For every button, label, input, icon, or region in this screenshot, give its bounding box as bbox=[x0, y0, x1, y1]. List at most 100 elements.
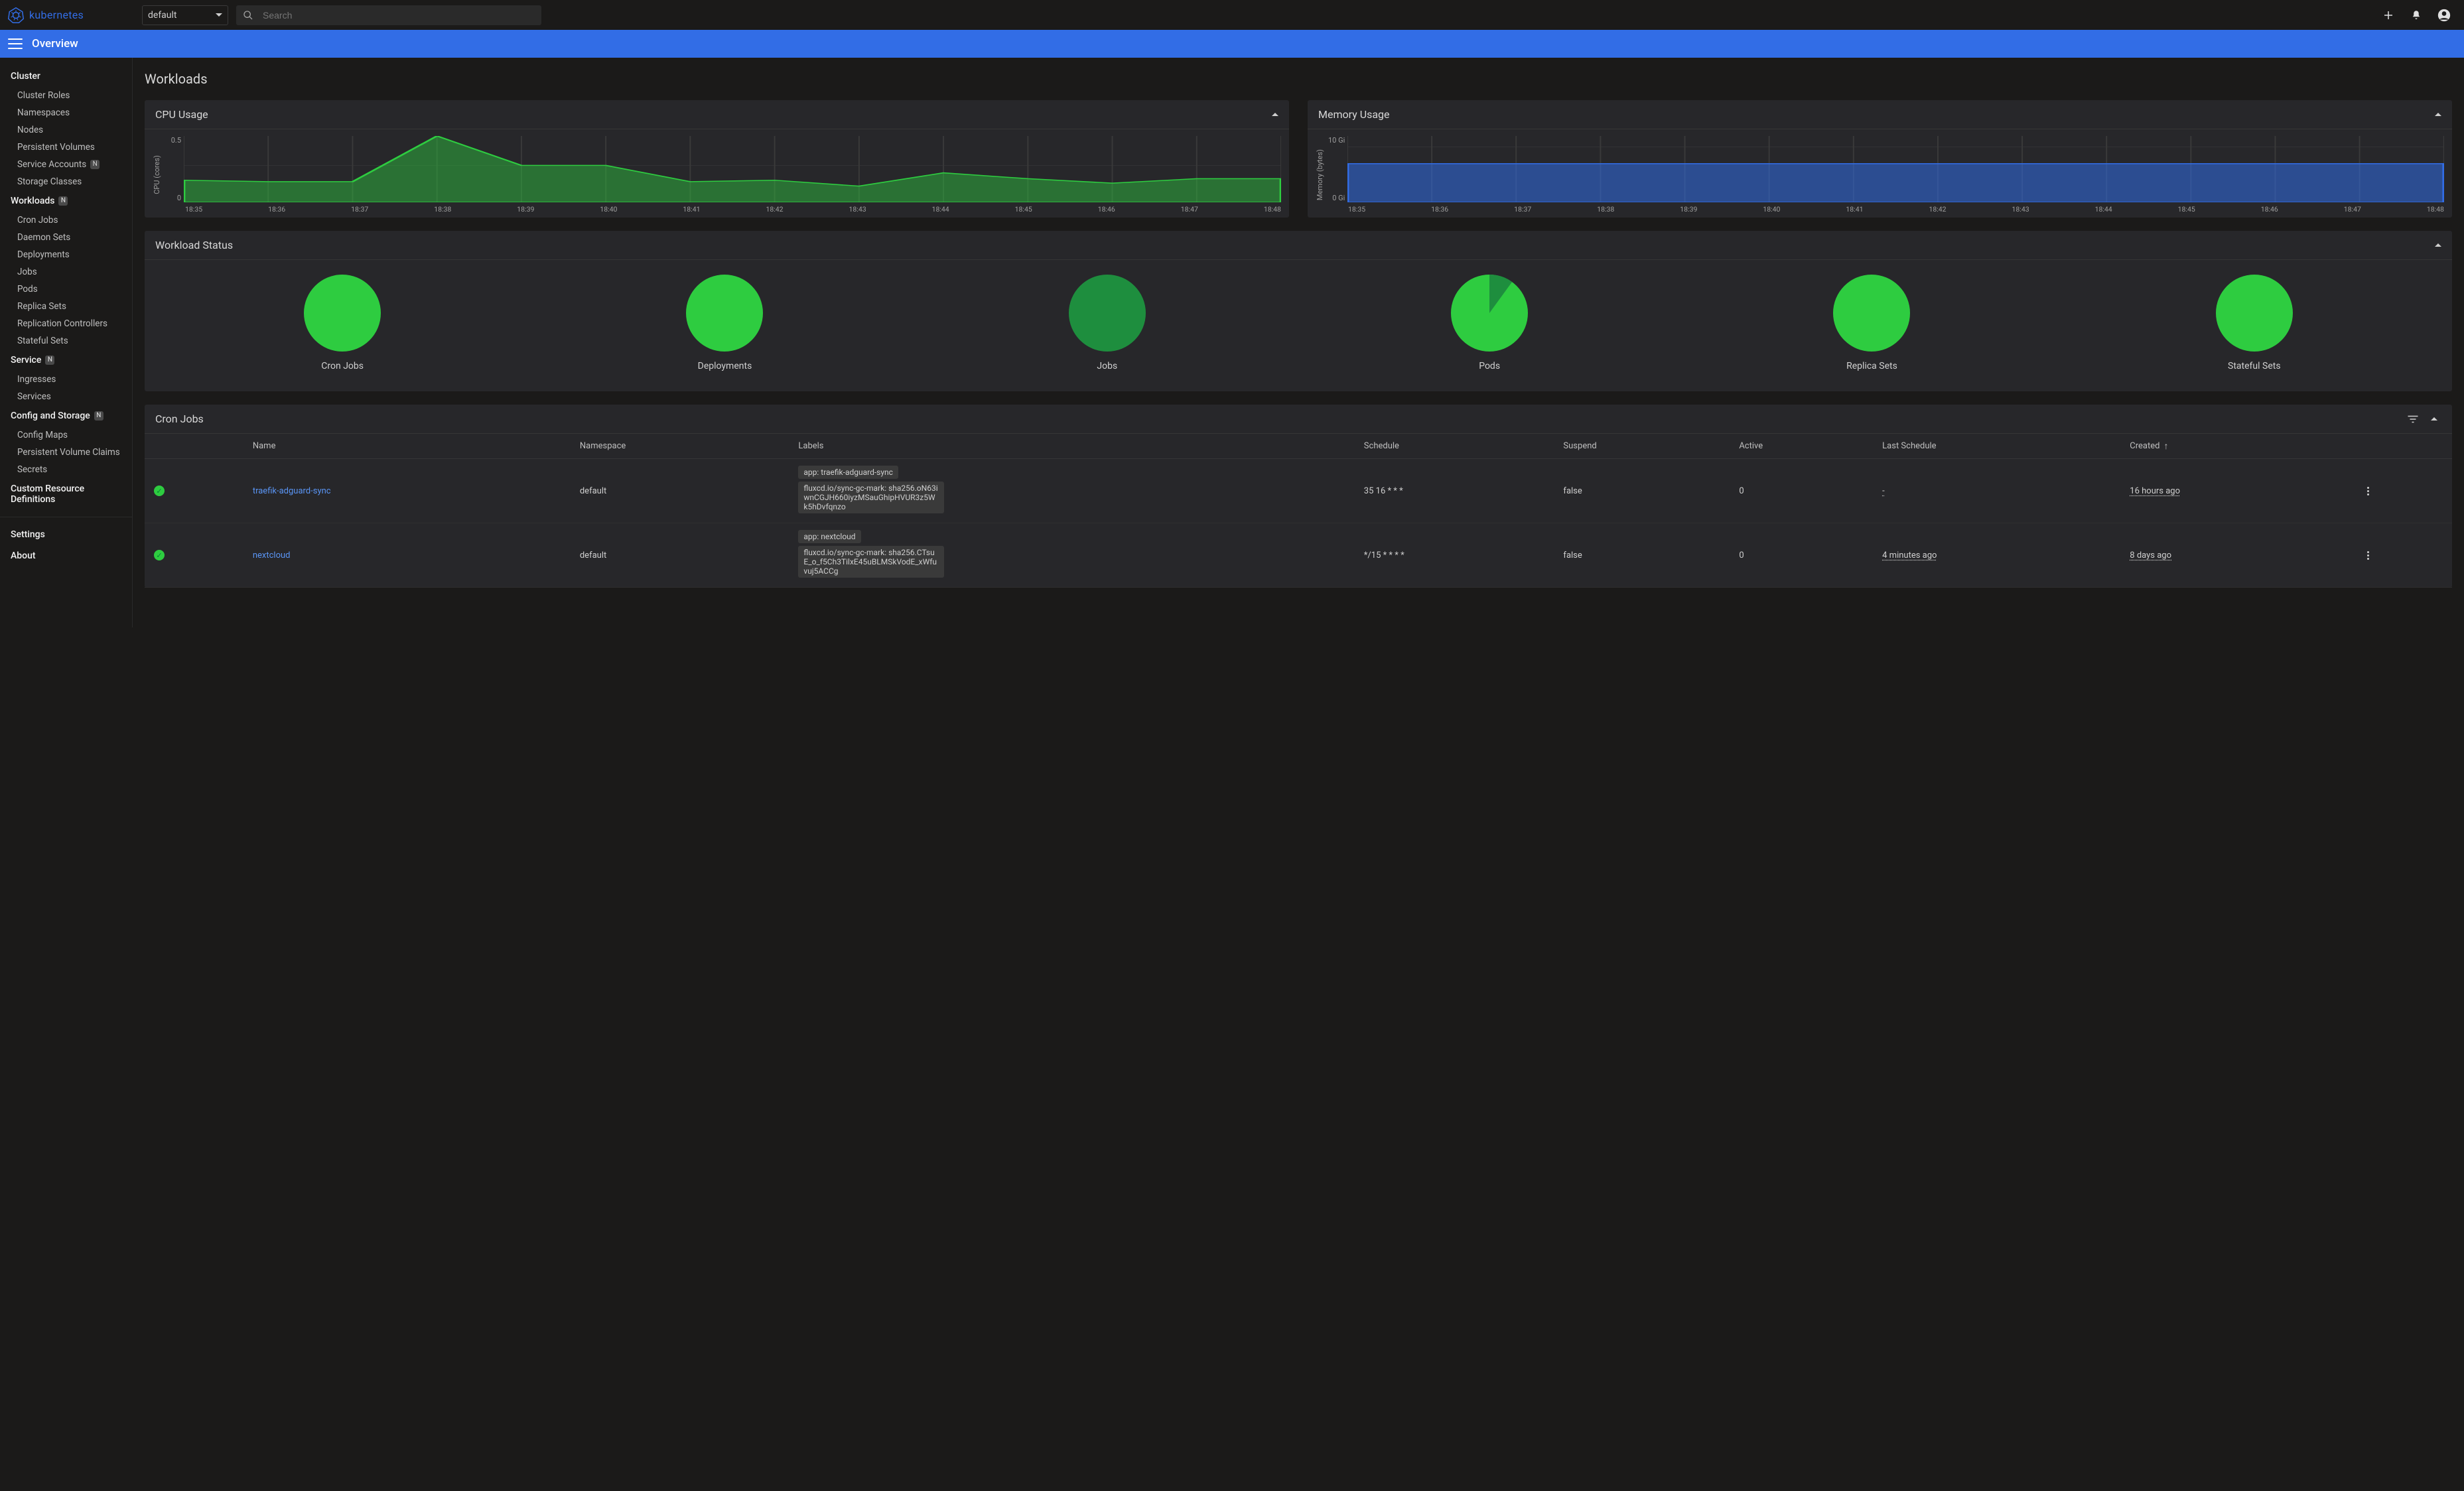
nav-section-crd[interactable]: Custom Resource Definitions bbox=[0, 478, 132, 510]
filter-icon[interactable] bbox=[2407, 415, 2419, 424]
sidebar-item[interactable]: Service Accounts N bbox=[0, 156, 132, 173]
sidebar-item[interactable]: Config Maps bbox=[0, 426, 132, 444]
status-ok-icon bbox=[154, 486, 165, 496]
logo-group: kubernetes bbox=[8, 7, 134, 23]
sidebar-item[interactable]: Jobs bbox=[0, 263, 132, 281]
collapse-icon[interactable] bbox=[2435, 243, 2441, 247]
workload-status-label: Cron Jobs bbox=[321, 361, 364, 371]
status-pie-icon bbox=[1067, 273, 1147, 353]
workload-status-item: Cron Jobs bbox=[303, 273, 382, 371]
cpu-ylabel: CPU (cores) bbox=[153, 155, 161, 194]
nav-section-workloads[interactable]: Workloads N bbox=[0, 190, 132, 212]
workload-status-item: Deployments bbox=[685, 273, 764, 371]
card-workload-status: Workload Status Cron JobsDeploymentsJobs… bbox=[145, 231, 2452, 391]
top-actions bbox=[2382, 9, 2456, 22]
cronjob-name-link[interactable]: traefik-adguard-sync bbox=[253, 486, 331, 496]
row-actions-menu[interactable] bbox=[2362, 551, 2373, 560]
nav-section-cluster[interactable]: Cluster bbox=[0, 66, 132, 87]
content: Workloads CPU Usage CPU (cores) 0.50 18:… bbox=[133, 58, 2464, 627]
chevron-down-icon bbox=[216, 13, 222, 17]
sidebar-item[interactable]: Pods bbox=[0, 281, 132, 298]
secondary-bar: Overview bbox=[0, 30, 2464, 58]
sidebar-item[interactable]: Daemon Sets bbox=[0, 229, 132, 246]
collapse-icon[interactable] bbox=[2435, 113, 2441, 116]
table-header[interactable]: Labels bbox=[789, 434, 1354, 459]
nav-section-config[interactable]: Config and Storage N bbox=[0, 405, 132, 426]
workload-status-item: Pods bbox=[1450, 273, 1529, 371]
kubernetes-logo-icon bbox=[8, 7, 24, 23]
search-input[interactable] bbox=[263, 10, 535, 21]
table-header[interactable]: Namespace bbox=[571, 434, 789, 459]
card-cpu-usage: CPU Usage CPU (cores) 0.50 18:3518:3618:… bbox=[145, 100, 1289, 218]
status-pie-icon bbox=[1832, 273, 1911, 353]
created-time: 8 days ago bbox=[2130, 551, 2171, 560]
created-time: 16 hours ago bbox=[2130, 486, 2180, 496]
status-ok-icon bbox=[154, 550, 165, 560]
sort-asc-icon: ↑ bbox=[2164, 440, 2169, 452]
account-button[interactable] bbox=[2437, 9, 2451, 22]
notifications-button[interactable] bbox=[2410, 9, 2423, 22]
workload-status-item: Replica Sets bbox=[1832, 273, 1911, 371]
table-header[interactable] bbox=[145, 434, 243, 459]
sidebar-item[interactable]: Replica Sets bbox=[0, 298, 132, 315]
bell-icon bbox=[2410, 9, 2422, 21]
nav-section-service[interactable]: Service N bbox=[0, 350, 132, 371]
cronjobs-table: NameNamespaceLabelsScheduleSuspendActive… bbox=[145, 434, 2452, 588]
table-header[interactable]: Schedule bbox=[1355, 434, 1554, 459]
sidebar-item[interactable]: Replication Controllers bbox=[0, 315, 132, 332]
account-circle-icon bbox=[2437, 9, 2451, 22]
row-actions-menu[interactable] bbox=[2362, 487, 2373, 495]
workload-status-item: Jobs bbox=[1067, 273, 1147, 371]
sidebar-item[interactable]: Namespaces bbox=[0, 104, 132, 121]
search-box[interactable] bbox=[236, 5, 541, 25]
table-header[interactable]: Created↑ bbox=[2120, 434, 2353, 459]
topbar: kubernetes default bbox=[0, 0, 2464, 30]
mem-ylabel: Memory (bytes) bbox=[1316, 149, 1324, 200]
workload-status-label: Pods bbox=[1479, 361, 1500, 371]
table-row: traefik-adguard-syncdefaultapp: traefik-… bbox=[145, 459, 2452, 523]
card-title-cronjobs: Cron Jobs bbox=[155, 413, 204, 425]
sidebar-item[interactable]: Storage Classes bbox=[0, 173, 132, 190]
create-button[interactable] bbox=[2382, 9, 2395, 22]
sidebar-item[interactable]: Persistent Volumes bbox=[0, 139, 132, 156]
card-memory-usage: Memory Usage Memory (bytes) 10 Gi0 Gi 18… bbox=[1308, 100, 2452, 218]
namespace-selector[interactable]: default bbox=[142, 5, 228, 25]
label-chip: app: nextcloud bbox=[798, 530, 860, 543]
workload-status-item: Stateful Sets bbox=[2215, 273, 2294, 371]
sidebar-item[interactable]: Persistent Volume Claims bbox=[0, 444, 132, 461]
table-header[interactable]: Active bbox=[1730, 434, 1873, 459]
table-header[interactable]: Last Schedule bbox=[1873, 434, 2120, 459]
table-header[interactable]: Name bbox=[243, 434, 571, 459]
badge-n-icon: N bbox=[94, 411, 103, 421]
cronjob-name-link[interactable]: nextcloud bbox=[253, 551, 291, 560]
sidebar-item[interactable]: Stateful Sets bbox=[0, 332, 132, 350]
workload-status-label: Replica Sets bbox=[1846, 361, 1897, 371]
table-header[interactable]: Suspend bbox=[1554, 434, 1730, 459]
nav-section-service-label: Service bbox=[11, 355, 41, 365]
badge-n-icon: N bbox=[90, 160, 100, 169]
nav-settings[interactable]: Settings bbox=[0, 524, 132, 545]
card-title-memory: Memory Usage bbox=[1318, 108, 1390, 121]
card-cron-jobs: Cron Jobs NameNamespaceLabelsScheduleSus… bbox=[145, 405, 2452, 588]
sidebar-item[interactable]: Ingresses bbox=[0, 371, 132, 388]
sidebar-item[interactable]: Secrets bbox=[0, 461, 132, 478]
collapse-icon[interactable] bbox=[2431, 417, 2437, 421]
label-chip: app: traefik-adguard-sync bbox=[798, 466, 898, 479]
label-chip: fluxcd.io/sync-gc-mark: sha256.oN63iwnCG… bbox=[798, 482, 944, 513]
plus-icon bbox=[2382, 9, 2394, 21]
table-header[interactable] bbox=[2353, 434, 2452, 459]
nav-about[interactable]: About bbox=[0, 545, 132, 566]
menu-toggle[interactable] bbox=[8, 36, 23, 51]
status-pie-icon bbox=[1450, 273, 1529, 353]
status-pie-icon bbox=[303, 273, 382, 353]
label-chip: fluxcd.io/sync-gc-mark: sha256.CTsuE_o_f… bbox=[798, 546, 944, 578]
sidebar-item[interactable]: Services bbox=[0, 388, 132, 405]
sidebar-item[interactable]: Nodes bbox=[0, 121, 132, 139]
badge-n-icon: N bbox=[45, 356, 54, 365]
sidebar-item[interactable]: Deployments bbox=[0, 246, 132, 263]
sidebar-item[interactable]: Cron Jobs bbox=[0, 212, 132, 229]
sidebar-item[interactable]: Cluster Roles bbox=[0, 87, 132, 104]
sidebar: Cluster Cluster RolesNamespacesNodesPers… bbox=[0, 58, 133, 627]
nav-section-workloads-label: Workloads bbox=[11, 196, 54, 206]
collapse-icon[interactable] bbox=[1272, 113, 1278, 116]
